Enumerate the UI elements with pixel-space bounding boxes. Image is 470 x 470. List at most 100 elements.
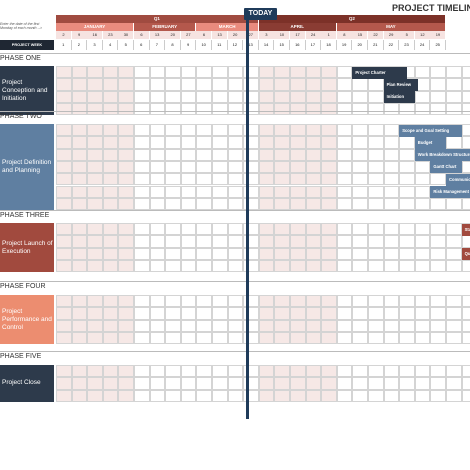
grid-cell[interactable]: [71, 295, 88, 308]
grid-cell[interactable]: [290, 90, 306, 103]
grid-cell[interactable]: [290, 173, 306, 186]
grid-cell[interactable]: [196, 66, 212, 79]
grid-cell[interactable]: [165, 319, 181, 332]
grid-cell[interactable]: [430, 319, 446, 332]
grid-cell[interactable]: [180, 66, 197, 79]
grid-cell[interactable]: [446, 389, 462, 402]
grid-cell[interactable]: [461, 377, 470, 390]
grid-cell[interactable]: [383, 307, 400, 320]
grid-cell[interactable]: [165, 148, 181, 161]
grid-cell[interactable]: [258, 377, 275, 390]
grid-cell[interactable]: [165, 259, 181, 273]
grid-cell[interactable]: [258, 173, 275, 186]
grid-cell[interactable]: [196, 365, 212, 378]
grid-cell[interactable]: [446, 365, 462, 378]
grid-cell[interactable]: [305, 259, 322, 273]
grid-cell[interactable]: [399, 307, 415, 320]
task-bar[interactable]: Initiation: [383, 91, 415, 104]
grid-cell[interactable]: [446, 223, 462, 236]
grid-cell[interactable]: [274, 148, 290, 161]
grid-cell[interactable]: [87, 102, 103, 116]
grid-cell[interactable]: [321, 389, 337, 402]
grid-cell[interactable]: [102, 173, 119, 186]
grid-cell[interactable]: [274, 223, 290, 236]
grid-cell[interactable]: [352, 160, 368, 174]
grid-cell[interactable]: [414, 295, 431, 308]
grid-cell[interactable]: [352, 102, 368, 116]
grid-cell[interactable]: [383, 319, 400, 332]
grid-cell[interactable]: [383, 197, 400, 211]
grid-cell[interactable]: [399, 173, 415, 186]
grid-cell[interactable]: [274, 197, 290, 211]
grid-cell[interactable]: [414, 365, 431, 378]
grid-cell[interactable]: [71, 365, 88, 378]
grid-cell[interactable]: [134, 197, 150, 211]
grid-cell[interactable]: [305, 247, 322, 260]
grid-cell[interactable]: [368, 160, 384, 174]
grid-cell[interactable]: [305, 223, 322, 236]
grid-cell[interactable]: [118, 331, 134, 345]
grid-cell[interactable]: [446, 90, 462, 103]
grid-cell[interactable]: [212, 124, 228, 137]
grid-cell[interactable]: [399, 319, 415, 332]
grid-cell[interactable]: [180, 235, 197, 248]
grid-cell[interactable]: [102, 319, 119, 332]
grid-cell[interactable]: [118, 247, 134, 260]
grid-cell[interactable]: [180, 223, 197, 236]
grid-cell[interactable]: [71, 136, 88, 149]
grid-cell[interactable]: [196, 319, 212, 332]
grid-cell[interactable]: [305, 307, 322, 320]
grid-cell[interactable]: [368, 295, 384, 308]
grid-cell[interactable]: [368, 331, 384, 345]
grid-cell[interactable]: [336, 307, 353, 320]
grid-cell[interactable]: [290, 136, 306, 149]
grid-cell[interactable]: [352, 197, 368, 211]
grid-cell[interactable]: [118, 365, 134, 378]
grid-cell[interactable]: [305, 197, 322, 211]
task-bar[interactable]: Plan Review: [383, 78, 418, 91]
grid-cell[interactable]: [274, 160, 290, 174]
grid-cell[interactable]: [102, 223, 119, 236]
grid-cell[interactable]: [196, 331, 212, 345]
task-bar[interactable]: Work Breakdown Structure: [414, 149, 470, 162]
date-cell[interactable]: 29: [383, 31, 399, 39]
today-marker-label[interactable]: TODAY: [244, 8, 277, 20]
grid-cell[interactable]: [227, 102, 244, 116]
date-cell[interactable]: 15: [352, 31, 368, 39]
grid-cell[interactable]: [290, 365, 306, 378]
grid-cell[interactable]: [399, 148, 415, 161]
date-cell[interactable]: 13: [212, 31, 228, 39]
grid-cell[interactable]: [446, 331, 462, 345]
grid-cell[interactable]: [290, 247, 306, 260]
grid-cell[interactable]: [305, 136, 322, 149]
grid-cell[interactable]: [134, 78, 150, 91]
grid-cell[interactable]: [56, 124, 72, 137]
grid-cell[interactable]: [352, 136, 368, 149]
grid-cell[interactable]: [305, 66, 322, 79]
grid-cell[interactable]: [461, 295, 470, 308]
grid-cell[interactable]: [274, 173, 290, 186]
grid-cell[interactable]: [227, 78, 244, 91]
grid-cell[interactable]: [87, 389, 103, 402]
grid-cell[interactable]: [227, 66, 244, 79]
grid-cell[interactable]: [461, 235, 470, 248]
grid-cell[interactable]: [399, 235, 415, 248]
grid-cell[interactable]: [212, 78, 228, 91]
grid-cell[interactable]: [134, 148, 150, 161]
grid-cell[interactable]: [321, 259, 337, 273]
grid-cell[interactable]: [102, 365, 119, 378]
grid-cell[interactable]: [368, 389, 384, 402]
grid-cell[interactable]: [227, 197, 244, 211]
task-bar[interactable]: Project Charter: [352, 66, 407, 79]
grid-cell[interactable]: [321, 295, 337, 308]
grid-cell[interactable]: [180, 136, 197, 149]
grid-cell[interactable]: [102, 247, 119, 260]
grid-cell[interactable]: [118, 173, 134, 186]
grid-cell[interactable]: [196, 235, 212, 248]
grid-cell[interactable]: [56, 295, 72, 308]
grid-cell[interactable]: [71, 389, 88, 402]
grid-cell[interactable]: [227, 185, 244, 198]
grid-cell[interactable]: [71, 78, 88, 91]
grid-cell[interactable]: [87, 90, 103, 103]
grid-cell[interactable]: [321, 319, 337, 332]
